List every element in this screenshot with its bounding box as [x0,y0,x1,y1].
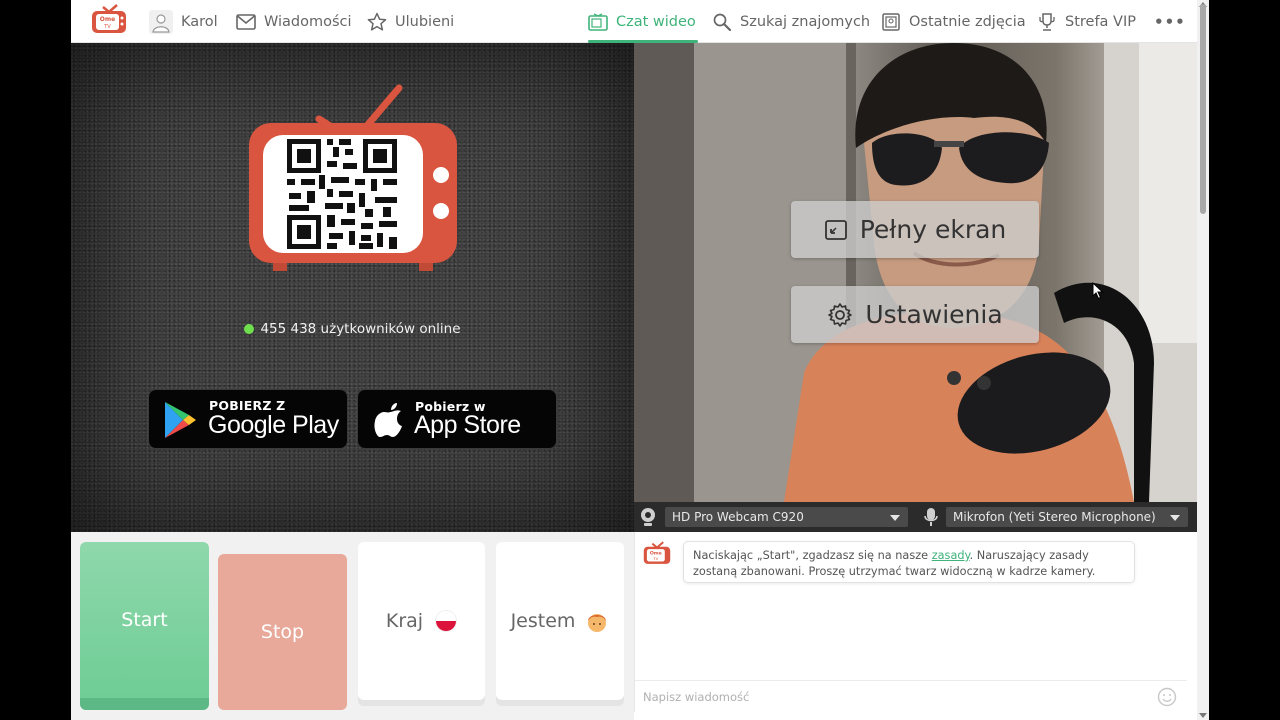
search-icon [713,13,732,31]
apple-icon [374,403,402,437]
gear-icon [828,302,853,327]
nav-user-name: Karol [181,13,218,30]
ometv-logo[interactable]: Ome TV [91,4,127,34]
mouse-cursor-icon [1092,282,1104,300]
star-icon [367,12,387,31]
smiley-icon[interactable] [1157,687,1177,707]
partner-video-area: 455 438 użytkowników online POBIERZ Z Go… [71,43,634,532]
more-dots-icon: ••• [1154,12,1186,31]
user-avatar-icon [149,9,173,34]
settings-label: Ustawienia [865,300,1003,329]
chevron-down-icon [890,515,900,521]
google-play-badge[interactable]: POBIERZ Z Google Play [148,389,348,449]
qr-tv-icon [249,84,457,271]
online-counter: 455 438 użytkowników online [71,321,634,337]
device-selector-bar: HD Pro Webcam C920 Mikrofon (Yeti Stereo… [634,502,1197,532]
rules-link[interactable]: zasady [932,549,970,562]
notice-text-before: Naciskając „Start", zgadzasz się na nasz… [693,549,932,562]
nav-vip-zone[interactable]: Strefa VIP [1037,0,1136,43]
nav-favorites[interactable]: Ulubieni [367,0,454,43]
fullscreen-button[interactable]: Pełny ekran [791,201,1039,258]
stop-label: Stop [260,621,305,643]
page: Ome TV Karol Wiadomości Ulubieni Czat wi… [71,0,1197,720]
online-status-dot [244,324,255,334]
envelope-icon [236,13,256,30]
gender-label: Jestem [510,610,576,632]
tv-icon [588,12,608,31]
male-person-icon [588,614,607,632]
country-label: Kraj [385,610,424,632]
message-input[interactable] [643,688,1143,706]
svg-text:TV: TV [652,556,658,561]
camera-select-value: HD Pro Webcam C920 [672,510,804,524]
nav-video-chat-label: Czat wideo [616,13,696,30]
page-scrollbar[interactable] [1197,0,1209,720]
scrollbar-thumb[interactable] [1200,4,1206,214]
google-play-icon [165,402,196,438]
settings-button[interactable]: Ustawienia [791,286,1039,343]
fullscreen-icon [824,219,847,240]
self-camera-view: Pełny ekran Ustawienia [634,43,1197,502]
app-store-big-text: App Store [414,411,521,439]
nav-recent-photos[interactable]: Ostatnie zdjęcia [881,0,1026,43]
nav-vip-label: Strefa VIP [1065,13,1136,30]
nav-video-chat[interactable]: Czat wideo [588,0,698,43]
gender-select-button[interactable]: Jestem [496,542,624,700]
nav-recent-photos-label: Ostatnie zdjęcia [909,13,1026,30]
fullscreen-label: Pełny ekran [859,215,1007,244]
system-message: Naciskając „Start", zgadzasz się na nasz… [683,541,1135,583]
microphone-icon [924,508,938,526]
microphone-select-value: Mikrofon (Yeti Stereo Microphone) [953,510,1156,524]
nav-user-profile[interactable]: Karol [149,0,218,43]
start-button[interactable]: Start [80,542,209,710]
nav-favorites-label: Ulubieni [395,13,455,30]
more-menu-button[interactable]: ••• [1154,0,1186,43]
trophy-icon [1039,12,1055,31]
poland-flag-icon [435,610,458,632]
webcam-person-image [634,43,1197,502]
google-play-big-text: Google Play [208,411,339,439]
ometv-chat-logo: Ome TV [643,541,671,564]
nav-find-friends[interactable]: Szukaj znajomych [712,0,870,43]
camera-select[interactable]: HD Pro Webcam C920 [665,507,908,527]
start-label: Start [121,609,168,631]
scroll-down-arrow-icon[interactable] [1199,713,1207,718]
country-select-button[interactable]: Kraj [358,542,485,700]
top-navbar: Ome TV Karol Wiadomości Ulubieni Czat wi… [71,0,1197,43]
controls-panel: Start Stop Kraj Jestem [71,532,634,720]
online-count-text: 455 438 użytkowników online [260,321,461,337]
app-store-badge[interactable]: Pobierz w App Store [357,389,557,449]
svg-text:TV: TV [103,24,111,30]
microphone-select[interactable]: Mikrofon (Yeti Stereo Microphone) [946,507,1188,527]
stop-button[interactable]: Stop [218,554,347,710]
nav-messages[interactable]: Wiadomości [236,0,352,43]
photo-frame-icon [882,12,900,31]
nav-messages-label: Wiadomości [264,13,352,30]
webcam-icon [641,508,655,526]
message-bar [635,680,1187,712]
svg-text:Ome: Ome [100,16,115,23]
nav-find-friends-label: Szukaj znajomych [740,13,871,30]
chevron-down-icon [1170,515,1180,521]
chat-panel: Ome TV Naciskając „Start", zgadzasz się … [634,532,1187,712]
